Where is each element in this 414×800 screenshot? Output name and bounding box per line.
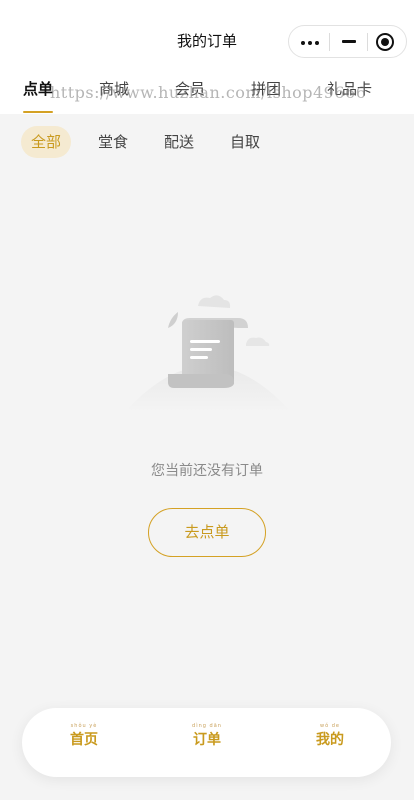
empty-state-message: 您当前还没有订单: [151, 463, 263, 479]
bottom-nav-mine[interactable]: wǒ de 我的: [300, 722, 360, 750]
filter-chip-all[interactable]: 全部: [21, 126, 72, 158]
bottom-nav-orders[interactable]: dìng dān 订单: [177, 722, 237, 750]
mini-program-capsule: [288, 25, 407, 58]
bottom-nav-orders-pinyin: dìng dān: [192, 723, 222, 729]
top-bar: 我的订单 点单 商城 会员 拼团 礼品卡 https://www.huzhan.…: [0, 0, 414, 114]
bottom-nav-orders-label: 订单: [193, 732, 221, 748]
tab-hui-yuan[interactable]: 会员: [175, 78, 205, 100]
capsule-divider: [329, 33, 330, 51]
minus-icon[interactable]: [342, 40, 356, 43]
bottom-nav-home-pinyin: shǒu yè: [70, 723, 98, 729]
bottom-nav-home[interactable]: shǒu yè 首页: [54, 722, 114, 750]
tab-dian-dan[interactable]: 点单: [23, 78, 53, 100]
order-category-tabs: 点单 商城 会员 拼团 礼品卡: [0, 74, 414, 114]
bottom-nav-home-label: 首页: [70, 732, 98, 748]
active-tab-indicator: [23, 111, 53, 113]
more-dots-icon[interactable]: [301, 41, 323, 45]
filter-chip-delivery[interactable]: 配送: [154, 126, 204, 158]
go-order-button[interactable]: 去点单: [148, 508, 266, 557]
tab-pin-tuan[interactable]: 拼团: [251, 78, 281, 100]
tab-gift-card[interactable]: 礼品卡: [327, 78, 372, 100]
tab-shang-cheng[interactable]: 商城: [99, 78, 129, 100]
filter-chip-dine-in[interactable]: 堂食: [88, 126, 138, 158]
target-circle-icon[interactable]: [376, 33, 394, 51]
bottom-nav-mine-pinyin: wǒ de: [320, 723, 340, 729]
capsule-divider: [367, 33, 368, 51]
bottom-nav-mine-label: 我的: [316, 732, 344, 748]
filter-chip-pickup[interactable]: 自取: [220, 126, 270, 158]
empty-order-scroll-icon: [125, 295, 291, 412]
bottom-navigation: shǒu yè 首页 dìng dān 订单 wǒ de 我的: [22, 708, 391, 777]
